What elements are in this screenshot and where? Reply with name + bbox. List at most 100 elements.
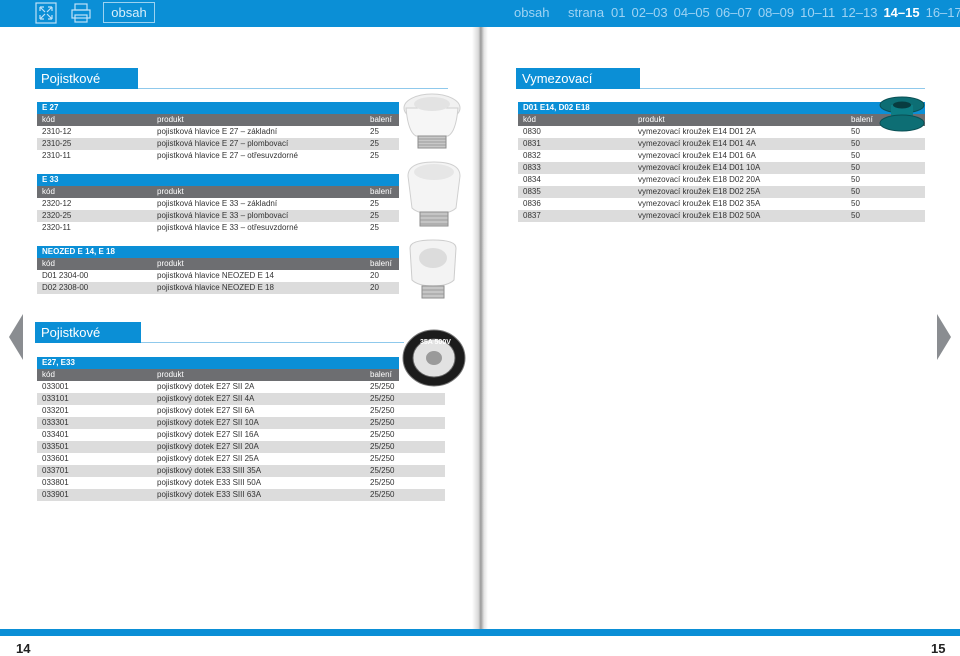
cell-kod: 0836 bbox=[523, 199, 541, 208]
table-row: 033501 pojistkový dotek E27 SII 20A 25/250 bbox=[37, 441, 445, 453]
cell-kod: 0835 bbox=[523, 187, 541, 196]
page-link[interactable]: 01 bbox=[611, 5, 625, 20]
cell-baleni: 20 bbox=[370, 271, 379, 280]
fuse-contact-image: 35A 500V bbox=[402, 329, 466, 387]
book-spine bbox=[472, 27, 488, 629]
cell-kod: 2310-11 bbox=[42, 151, 71, 160]
header-kod: kód bbox=[42, 370, 55, 379]
page-number-right: 15 bbox=[931, 641, 946, 656]
cell-kod: 2320-25 bbox=[42, 211, 72, 220]
cell-kod: 0830 bbox=[523, 127, 541, 136]
cell-produkt: pojistkový dotek E33 SIII 50A bbox=[157, 478, 262, 487]
prev-page-arrow-icon[interactable] bbox=[9, 314, 23, 360]
table-group-title: E27, E33 bbox=[37, 357, 399, 369]
table-group-title: E 27 bbox=[37, 102, 399, 114]
cell-kod: 2310-12 bbox=[42, 127, 72, 136]
page-link[interactable]: 06–07 bbox=[716, 5, 752, 20]
table-row: 033901 pojistkový dotek E33 SIII 63A 25/25… bbox=[37, 489, 445, 501]
neozed-cap-image bbox=[409, 239, 457, 299]
page-link[interactable]: 04–05 bbox=[674, 5, 710, 20]
table-header: kód produkt balení bbox=[37, 258, 399, 270]
footer-bar bbox=[0, 629, 960, 636]
page-link[interactable]: 02–03 bbox=[631, 5, 667, 20]
table-row: 0836 vymezovací kroužek E18 D02 35A 50 bbox=[518, 198, 925, 210]
table-row: 0834 vymezovací kroužek E18 D02 20A 50 bbox=[518, 174, 925, 186]
cell-kod: 2320-11 bbox=[42, 223, 71, 232]
table-neozed: NEOZED E 14, E 18 kód produkt balení D01… bbox=[37, 246, 399, 294]
cell-produkt: vymezovací kroužek E14 D01 2A bbox=[638, 127, 756, 136]
obsah-button[interactable]: obsah bbox=[103, 2, 155, 23]
cell-baleni: 25/250 bbox=[370, 466, 395, 475]
cell-kod: 0834 bbox=[523, 175, 541, 184]
cell-produkt: pojistkový dotek E27 SII 20A bbox=[157, 442, 259, 451]
table-row: 0830 vymezovací kroužek E14 D01 2A 50 bbox=[518, 126, 925, 138]
cell-baleni: 25 bbox=[370, 151, 379, 160]
cell-baleni: 25/250 bbox=[370, 454, 395, 463]
header-baleni: balení bbox=[370, 370, 392, 379]
header-produkt: produkt bbox=[157, 259, 184, 268]
cell-baleni: 50 bbox=[851, 199, 860, 208]
fuse-contact-rating-text: 35A 500V bbox=[420, 339, 451, 346]
page-link[interactable]: 10–11 bbox=[800, 5, 835, 20]
header-baleni: balení bbox=[370, 187, 392, 196]
cell-baleni: 25 bbox=[370, 127, 379, 136]
cell-kod: D01 2304-00 bbox=[42, 271, 89, 280]
fuse-cap-e27-image bbox=[403, 93, 461, 149]
divider bbox=[141, 342, 404, 343]
header-kod: kód bbox=[42, 115, 55, 124]
page-link[interactable]: 16–17 bbox=[926, 5, 960, 20]
cell-baleni: 50 bbox=[851, 187, 860, 196]
table-row: D01 2304-00 pojistková hlavice NEOZED E 1… bbox=[37, 270, 399, 282]
table-header: kód produkt balení bbox=[518, 114, 925, 126]
cell-produkt: pojistkový dotek E27 SII 25A bbox=[157, 454, 259, 463]
cell-produkt: vymezovací kroužek E14 D01 6A bbox=[638, 151, 756, 160]
cell-produkt: pojistková hlavice E 27 – základní bbox=[157, 127, 278, 136]
cell-produkt: vymezovací kroužek E14 D01 4A bbox=[638, 139, 756, 148]
cell-baleni: 25/250 bbox=[370, 478, 395, 487]
cell-produkt: pojistková hlavice E 33 – plombovací bbox=[157, 211, 289, 220]
cell-baleni: 25/250 bbox=[370, 442, 395, 451]
cell-produkt: pojistková hlavice E 33 – otřesuvzdorné bbox=[157, 223, 298, 232]
cell-baleni: 25/250 bbox=[370, 430, 395, 439]
section-title-pojistkove-hlavice: Pojistkové hlavice bbox=[35, 68, 138, 107]
header-kod: kód bbox=[523, 115, 536, 124]
cell-produkt: pojistkový dotek E27 SII 6A bbox=[157, 406, 255, 415]
table-group-title: E 33 bbox=[37, 174, 399, 186]
table-krouzky: D01 E14, D02 E18 kód produkt balení 0830… bbox=[518, 102, 925, 222]
obsah-link[interactable]: obsah bbox=[514, 5, 549, 20]
page-link[interactable]: 14–15 bbox=[883, 5, 919, 20]
table-e27: E 27 kód produkt balení 2310-12 pojistkov… bbox=[37, 102, 399, 162]
cell-produkt: vymezovací kroužek E18 D02 20A bbox=[638, 175, 761, 184]
cell-kod: 033601 bbox=[42, 454, 69, 463]
next-page-arrow-icon[interactable] bbox=[937, 314, 951, 360]
print-icon[interactable] bbox=[70, 2, 92, 24]
cell-baleni: 25 bbox=[370, 223, 379, 232]
cell-produkt: pojistkový dotek E27 SII 10A bbox=[157, 418, 259, 427]
cell-kod: 033101 bbox=[42, 394, 69, 403]
cell-baleni: 20 bbox=[370, 283, 379, 292]
table-row: 033601 pojistkový dotek E27 SII 25A 25/250 bbox=[37, 453, 445, 465]
page-link[interactable]: 12–13 bbox=[841, 5, 877, 20]
page-number-left: 14 bbox=[16, 641, 31, 656]
cell-produkt: pojistkový dotek E33 SIII 63A bbox=[157, 490, 262, 499]
cell-kod: 033001 bbox=[42, 382, 69, 391]
table-row: 2310-12 pojistková hlavice E 27 – základn… bbox=[37, 126, 399, 138]
cell-produkt: vymezovací kroužek E18 D02 35A bbox=[638, 199, 761, 208]
cell-kod: 033501 bbox=[42, 442, 69, 451]
cell-kod: 0837 bbox=[523, 211, 541, 220]
table-header: kód produkt balení bbox=[37, 369, 399, 381]
page-link[interactable]: 08–09 bbox=[758, 5, 794, 20]
cell-produkt: pojistkový dotek E27 SII 16A bbox=[157, 430, 259, 439]
header-kod: kód bbox=[42, 259, 55, 268]
table-e33: E 33 kód produkt balení 2320-12 pojistkov… bbox=[37, 174, 399, 234]
cell-baleni: 25/250 bbox=[370, 406, 395, 415]
expand-icon[interactable] bbox=[35, 2, 57, 24]
cell-baleni: 50 bbox=[851, 139, 860, 148]
cell-kod: 2310-25 bbox=[42, 139, 72, 148]
cell-produkt: vymezovací kroužek E18 D02 50A bbox=[638, 211, 761, 220]
cell-baleni: 50 bbox=[851, 127, 860, 136]
table-row: 2310-25 pojistková hlavice E 27 – plombov… bbox=[37, 138, 399, 150]
divider bbox=[640, 88, 925, 89]
cell-produkt: pojistková hlavice E 27 – otřesuvzdorné bbox=[157, 151, 298, 160]
cell-produkt: pojistkový dotek E27 SII 2A bbox=[157, 382, 255, 391]
